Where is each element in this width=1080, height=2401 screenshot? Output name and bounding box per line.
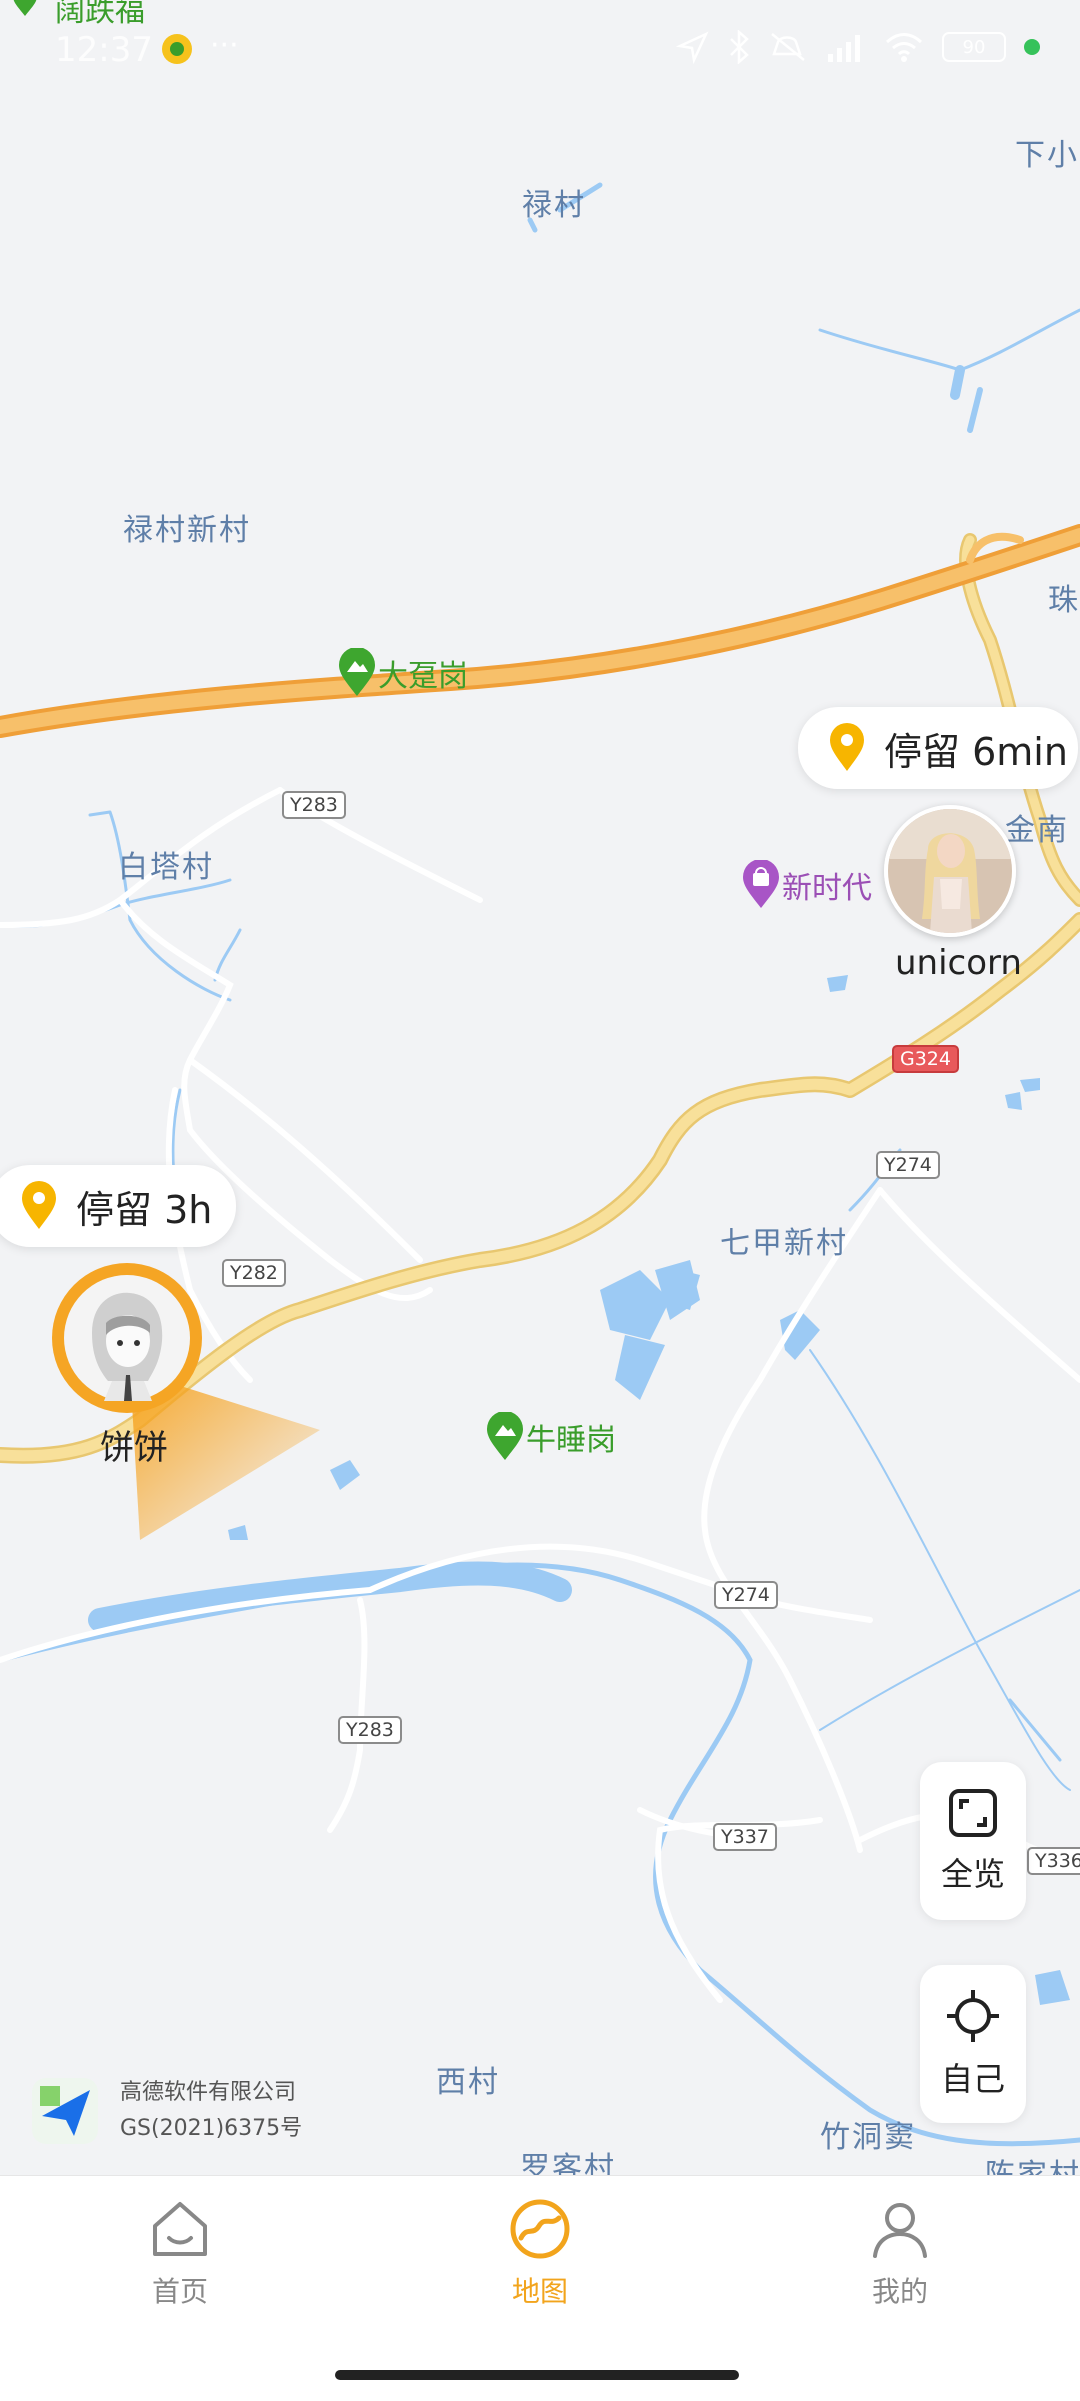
location-arrow-icon <box>676 31 709 64</box>
map-copyright: 高德软件有限公司 GS(2021)6375号 <box>30 2075 302 2147</box>
amap-logo-icon <box>32 2078 98 2144</box>
user-name-label: unicorn <box>895 943 1022 983</box>
road-tag: Y274 <box>876 1151 940 1179</box>
wifi-icon <box>885 33 923 62</box>
overview-label: 全览 <box>940 1855 1005 1893</box>
home-icon <box>153 2202 207 2256</box>
stay-duration-bubble[interactable]: 停留 3h <box>0 1165 237 1247</box>
fullscreen-icon <box>949 1789 997 1837</box>
map-view[interactable]: 禄村 下小 禄村新村 珠 白塔村 金南 七甲新村 西村 罗客村 竹洞窦 陈家村 … <box>0 0 1080 2193</box>
mute-icon <box>771 33 805 61</box>
map-base-layer <box>0 182 1080 2147</box>
mountain-pin-icon <box>339 648 375 696</box>
bluetooth-icon <box>730 30 749 64</box>
poi-label: 新时代 <box>782 871 872 906</box>
tab-label: 地图 <box>511 2275 568 2308</box>
place-label: 金南 <box>1005 813 1069 848</box>
place-label: 七甲新村 <box>720 1226 848 1261</box>
user-name-label: 饼饼 <box>100 1428 168 1468</box>
stay-duration-bubble[interactable]: 停留 6min <box>798 707 1078 789</box>
stay-duration-label: 停留 6min <box>884 729 1068 774</box>
battery-indicator: 90 <box>942 32 1006 62</box>
notification-fragment: 阔跌福 <box>55 0 145 29</box>
stay-duration-label: 停留 3h <box>76 1187 213 1232</box>
user-avatar[interactable] <box>884 805 1016 937</box>
active-dot <box>1024 39 1040 55</box>
tab-label: 首页 <box>151 2275 208 2308</box>
poi-marker[interactable]: 大趸岗 <box>336 648 468 698</box>
shopping-pin-icon <box>743 860 779 908</box>
place-label: 白塔村 <box>118 850 214 885</box>
road-tag: Y283 <box>338 1716 402 1744</box>
tab-label: 我的 <box>871 2275 928 2308</box>
place-label: 珠 <box>1048 583 1080 618</box>
place-label: 禄村 <box>522 188 586 223</box>
poi-label: 大趸岗 <box>378 659 468 694</box>
road-tag: Y283 <box>282 791 346 819</box>
road-tag: G324 <box>892 1045 959 1073</box>
anime-avatar-image <box>64 1275 190 1401</box>
status-icons: 90 <box>676 30 1040 64</box>
more-notifications-icon: ··· <box>210 28 239 63</box>
profile-icon <box>873 2203 927 2258</box>
status-time: 12:37 <box>55 30 153 70</box>
poi-marker[interactable]: 牛睡岗 <box>484 1412 616 1462</box>
place-label: 下小 <box>1015 138 1079 173</box>
place-label: 禄村新村 <box>123 513 251 548</box>
location-pin-icon <box>22 1181 56 1229</box>
user-avatar[interactable] <box>52 1263 202 1413</box>
road-tag: Y282 <box>222 1259 286 1287</box>
poi-marker[interactable]: 新时代 <box>740 860 872 910</box>
place-label: 西村 <box>436 2065 500 2100</box>
map-icon <box>510 2199 570 2259</box>
tab-map[interactable]: 地图 <box>450 2196 630 2310</box>
overview-button[interactable]: 全览 <box>920 1762 1026 1920</box>
crosshair-icon <box>947 1990 999 2042</box>
notification-pin-icon <box>13 0 37 16</box>
road-tag: Y337 <box>713 1823 777 1851</box>
road-tag: Y336 <box>1027 1847 1080 1875</box>
place-label: 竹洞窦 <box>820 2120 916 2155</box>
copyright-line: GS(2021)6375号 <box>120 2116 303 2141</box>
signal-icon <box>828 35 860 62</box>
location-pin-icon <box>830 723 864 771</box>
mountain-pin-icon <box>487 1412 523 1460</box>
status-bar: 阔跌福 12:37 ··· 90 <box>0 0 1080 100</box>
copyright-line: 高德软件有限公司 <box>120 2080 297 2105</box>
road-tag: Y274 <box>714 1581 778 1609</box>
tab-home[interactable]: 首页 <box>90 2196 270 2310</box>
photo-avatar-image <box>888 809 1012 933</box>
tab-profile[interactable]: 我的 <box>810 2196 990 2310</box>
home-indicator[interactable] <box>335 2370 739 2380</box>
locate-self-button[interactable]: 自己 <box>920 1965 1026 2123</box>
bottom-tab-bar: 首页 地图 我的 <box>0 2175 1080 2401</box>
poi-label: 牛睡岗 <box>526 1423 616 1458</box>
app-notification-icon <box>162 34 192 64</box>
self-label: 自己 <box>940 2060 1005 2098</box>
